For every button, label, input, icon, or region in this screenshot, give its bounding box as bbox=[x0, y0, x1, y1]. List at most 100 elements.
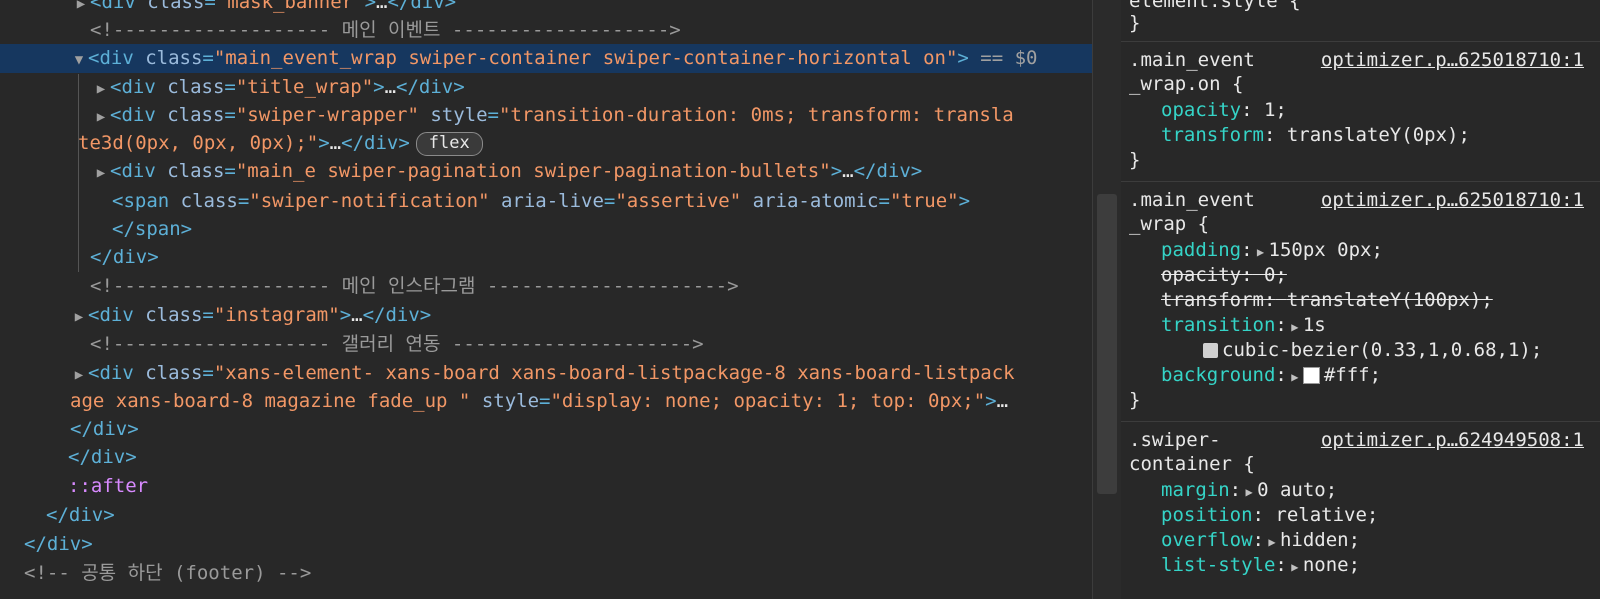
css-declaration[interactable]: list-style: ▶ none; bbox=[1161, 553, 1360, 578]
css-property[interactable]: overflow bbox=[1161, 529, 1253, 551]
comment-footer[interactable]: <!-- 공통 하단 (footer) --> bbox=[0, 559, 1092, 588]
code-token: > bbox=[364, 0, 377, 13]
colon: : bbox=[1252, 504, 1264, 526]
css-declaration[interactable]: background: ▶ #fff; bbox=[1161, 363, 1381, 388]
node-div-close-1[interactable]: </div> bbox=[0, 243, 1092, 272]
css-property[interactable]: transform bbox=[1161, 124, 1264, 146]
expand-triangle-icon[interactable]: ▶ bbox=[92, 75, 110, 104]
code-token: class bbox=[147, 0, 205, 13]
node-div-close-5[interactable]: </div> bbox=[0, 530, 1092, 559]
node-pagination[interactable]: ▶ <div class="main_e swiper-pagination sw… bbox=[0, 157, 1092, 186]
comment-gallery[interactable]: <!------------------- 갤러리 연동 -----------… bbox=[0, 330, 1092, 359]
elements-scrollbar[interactable] bbox=[1092, 0, 1121, 599]
css-value[interactable]: 0 auto; bbox=[1257, 479, 1337, 501]
css-property[interactable]: margin bbox=[1161, 479, 1230, 501]
code-token: "assertive" bbox=[615, 190, 742, 212]
css-declaration[interactable]: overflow: ▶ hidden; bbox=[1161, 528, 1360, 553]
expand-triangle-icon[interactable]: ▶ bbox=[92, 103, 110, 132]
rule-close-brace: } bbox=[1129, 389, 1141, 411]
rule-source-link[interactable]: optimizer.p…625018710:1 bbox=[1321, 48, 1584, 73]
code-token: style bbox=[470, 390, 540, 412]
css-value[interactable]: translateY(0px); bbox=[1287, 124, 1470, 146]
css-declaration[interactable]: transform: translateY(0px); bbox=[1161, 123, 1470, 148]
comment-main-instagram[interactable]: <!------------------- 메인 인스타그램 ---------… bbox=[0, 272, 1092, 301]
css-declaration[interactable]: transition: ▶ 1s bbox=[1161, 313, 1326, 338]
node-swiper-wrapper-cont[interactable]: te3d(0px, 0px, 0px);">…</div> flex bbox=[0, 129, 1092, 158]
css-property[interactable]: list-style bbox=[1161, 554, 1275, 576]
node-span-close[interactable]: </span> bbox=[0, 215, 1092, 244]
css-value[interactable]: 150px 0px; bbox=[1269, 239, 1383, 261]
styles-panel[interactable]: element.style {} .main_event _wrap.on {opt… bbox=[1121, 0, 1600, 599]
elements-panel[interactable]: ▶ <div class="mask_banner">…</div> <!-----… bbox=[0, 0, 1092, 599]
code-token: <!------------------- 메인 이벤트 -----------… bbox=[90, 19, 681, 41]
node-mask-banner[interactable]: ▶ <div class="mask_banner">…</div> bbox=[0, 0, 1092, 17]
rule-selector-cont[interactable]: _wrap.on { bbox=[1129, 72, 1243, 97]
code-token: … bbox=[376, 0, 388, 13]
rule-selector[interactable]: .main_event bbox=[1129, 48, 1255, 73]
css-declaration[interactable]: position: relative; bbox=[1161, 503, 1378, 528]
expand-triangle-icon[interactable]: ▶ bbox=[70, 303, 88, 332]
css-value[interactable]: hidden; bbox=[1280, 529, 1360, 551]
color-swatch-icon[interactable] bbox=[1302, 367, 1320, 384]
node-main-event-wrap[interactable]: ▼ <div class="main_event_wrap swiper-cont… bbox=[0, 44, 1092, 73]
colon: : bbox=[1229, 479, 1242, 501]
rule-selector-cont[interactable]: container { bbox=[1129, 452, 1255, 477]
expand-shorthand-icon[interactable]: ▶ bbox=[1264, 530, 1280, 555]
element-style-selector[interactable]: element.style { bbox=[1129, 0, 1301, 14]
code-token: aria-atomic bbox=[741, 190, 879, 212]
css-declaration[interactable]: opacity: 1; bbox=[1161, 98, 1287, 123]
css-property[interactable]: opacity bbox=[1161, 99, 1241, 121]
css-property[interactable]: opacity bbox=[1161, 264, 1241, 286]
css-value[interactable]: cubic-bezier(0.33,1,0.68,1); bbox=[1222, 339, 1542, 361]
node-swiper-wrapper[interactable]: ▶ <div class="swiper-wrapper" style="tran… bbox=[0, 101, 1092, 130]
bezier-curve-icon[interactable] bbox=[1203, 343, 1218, 358]
code-token: <!-- 공통 하단 (footer) --> bbox=[24, 562, 312, 584]
code-token: age xans-board-8 magazine fade_up " bbox=[70, 390, 471, 412]
code-token: > bbox=[339, 304, 352, 326]
css-value[interactable]: none; bbox=[1303, 554, 1360, 576]
flex-badge[interactable]: flex bbox=[415, 131, 483, 156]
css-value[interactable]: 1; bbox=[1264, 99, 1287, 121]
css-property[interactable]: background bbox=[1161, 364, 1275, 386]
scrollbar-thumb[interactable] bbox=[1097, 194, 1117, 494]
expand-triangle-icon[interactable]: ▼ bbox=[70, 46, 88, 75]
rule-selector[interactable]: .main_event bbox=[1129, 188, 1255, 213]
rule-selector[interactable]: .swiper- bbox=[1129, 428, 1221, 453]
expand-shorthand-icon[interactable]: ▶ bbox=[1287, 365, 1303, 390]
expand-shorthand-icon[interactable]: ▶ bbox=[1241, 480, 1257, 505]
node-div-close-2[interactable]: </div> bbox=[0, 415, 1092, 444]
css-value[interactable]: relative; bbox=[1275, 504, 1378, 526]
node-div-close-4[interactable]: </div> bbox=[0, 501, 1092, 530]
colon: : bbox=[1241, 264, 1253, 286]
css-property[interactable]: transform bbox=[1161, 289, 1264, 311]
css-value[interactable]: 0; bbox=[1264, 264, 1287, 286]
expand-triangle-icon[interactable]: ▶ bbox=[92, 159, 110, 188]
css-property[interactable]: padding bbox=[1161, 239, 1241, 261]
css-declaration[interactable]: margin: ▶ 0 auto; bbox=[1161, 478, 1337, 503]
css-value[interactable]: translateY(100px); bbox=[1287, 289, 1493, 311]
css-declaration[interactable]: cubic-bezier(0.33,1,0.68,1); bbox=[1203, 338, 1542, 363]
rule-source-link[interactable]: optimizer.p…625018710:1 bbox=[1321, 188, 1584, 213]
expand-shorthand-icon[interactable]: ▶ bbox=[1253, 240, 1269, 265]
node-span-notification[interactable]: <span class="swiper-notification" aria-l… bbox=[0, 187, 1092, 216]
css-value[interactable]: #fff; bbox=[1324, 364, 1381, 386]
node-after[interactable]: ::after bbox=[0, 472, 1092, 501]
node-xans-element[interactable]: ▶ <div class="xans-element- xans-board xa… bbox=[0, 359, 1092, 388]
expand-triangle-icon[interactable]: ▶ bbox=[70, 361, 88, 390]
node-div-close-3[interactable]: </div> bbox=[0, 443, 1092, 472]
css-property[interactable]: transition bbox=[1161, 314, 1275, 336]
css-declaration[interactable]: opacity: 0; bbox=[1161, 263, 1287, 288]
expand-shorthand-icon[interactable]: ▶ bbox=[1287, 555, 1303, 580]
css-property[interactable]: position bbox=[1161, 504, 1253, 526]
css-value[interactable]: 1s bbox=[1303, 314, 1326, 336]
node-xans-element-cont[interactable]: age xans-board-8 magazine fade_up " styl… bbox=[0, 387, 1092, 416]
node-instagram[interactable]: ▶ <div class="instagram">…</div> bbox=[0, 301, 1092, 330]
comment-main-event[interactable]: <!------------------- 메인 이벤트 -----------… bbox=[0, 16, 1092, 45]
rule-selector-cont[interactable]: _wrap { bbox=[1129, 212, 1209, 237]
rule-source-link[interactable]: optimizer.p…624949508:1 bbox=[1321, 428, 1584, 453]
css-declaration[interactable]: transform: translateY(100px); bbox=[1161, 288, 1493, 313]
code-token: "main_e swiper-pagination swiper-paginat… bbox=[235, 160, 831, 182]
node-title-wrap[interactable]: ▶ <div class="title_wrap">…</div> bbox=[0, 73, 1092, 102]
css-declaration[interactable]: padding: ▶ 150px 0px; bbox=[1161, 238, 1383, 263]
expand-shorthand-icon[interactable]: ▶ bbox=[1287, 315, 1303, 340]
